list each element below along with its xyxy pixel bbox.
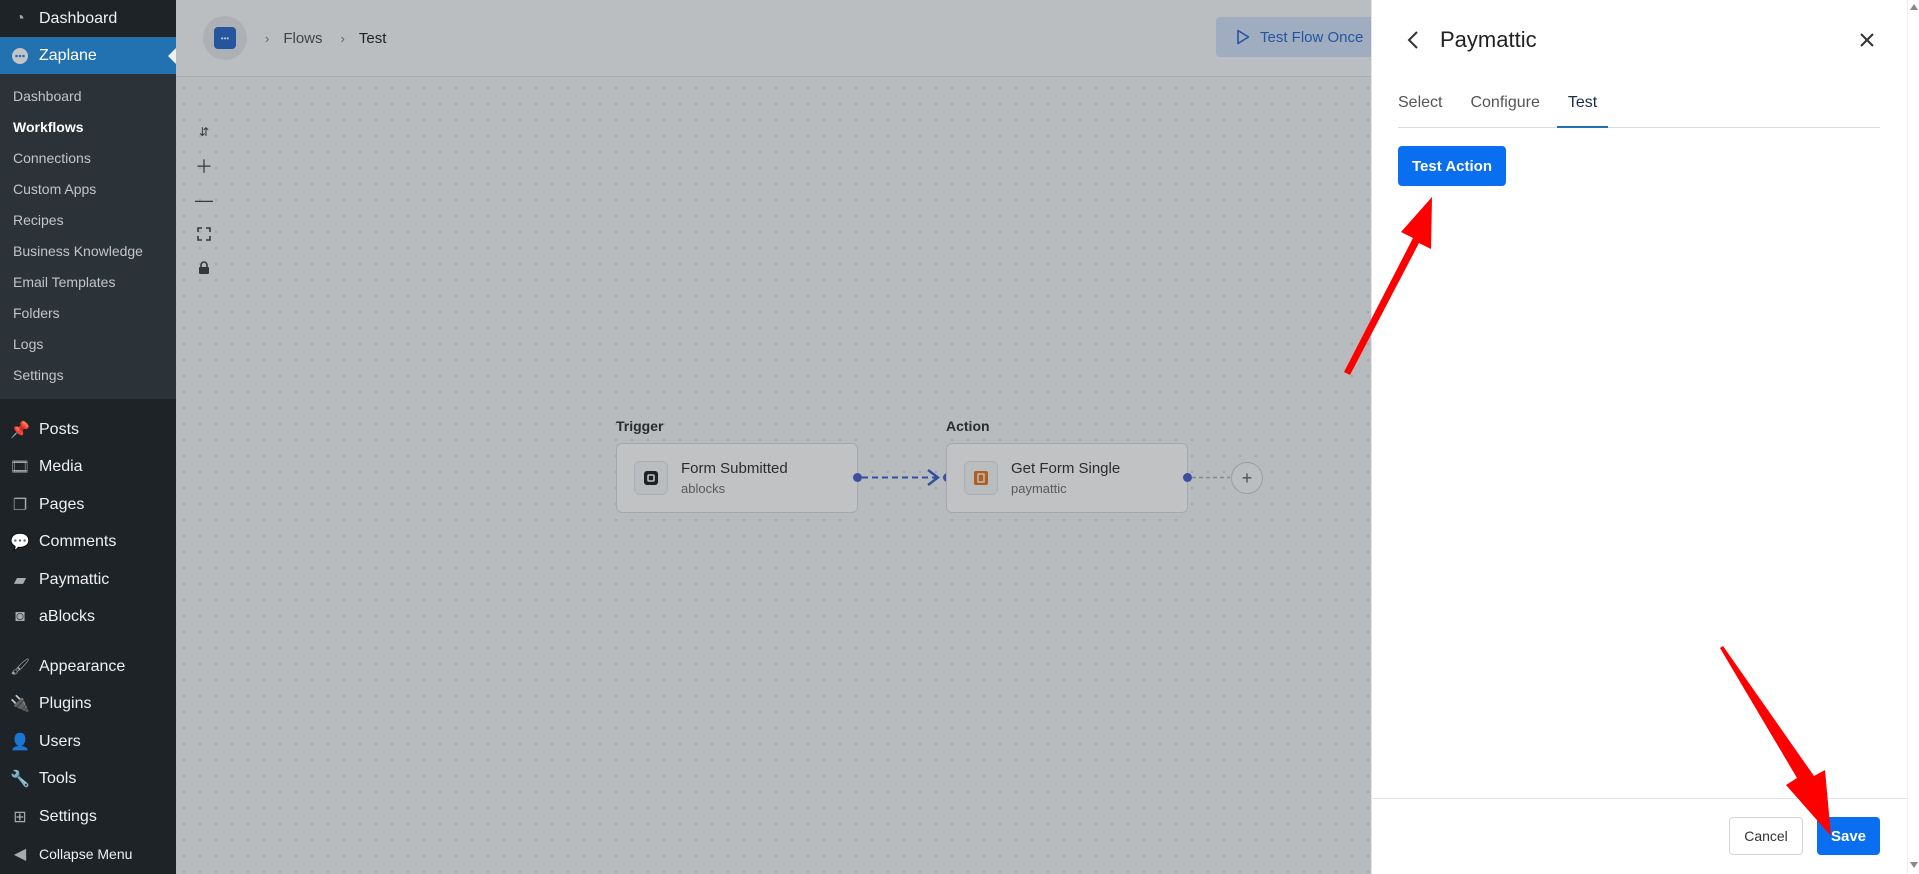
menu-plugins[interactable]: 🔌 Plugins bbox=[0, 686, 176, 724]
menu-collapse[interactable]: ◀ Collapse Menu bbox=[0, 836, 176, 874]
scrollbar[interactable] bbox=[1907, 0, 1919, 874]
menu-label: Dashboard bbox=[39, 9, 118, 27]
pages-icon: ❐ bbox=[12, 496, 28, 514]
menu-label: Collapse Menu bbox=[39, 846, 133, 863]
paymattic-icon: ▰ bbox=[13, 571, 27, 589]
menu-paymattic[interactable]: ▰ Paymattic bbox=[0, 561, 176, 599]
menu-comments[interactable]: 💬 Comments bbox=[0, 524, 176, 562]
media-icon: 🎞 bbox=[9, 459, 31, 477]
menu-tools[interactable]: 🔧 Tools bbox=[0, 761, 176, 799]
submenu-recipes[interactable]: Recipes bbox=[0, 205, 176, 236]
submenu-custom-apps[interactable]: Custom Apps bbox=[0, 174, 176, 205]
menu-settings[interactable]: ⊞ Settings bbox=[0, 798, 176, 836]
panel-header: Paymattic bbox=[1372, 0, 1919, 80]
back-button[interactable] bbox=[1398, 25, 1428, 55]
chevron-left-icon bbox=[1407, 31, 1418, 49]
step-config-panel: Paymattic Select Configure Test Test Act… bbox=[1371, 0, 1919, 874]
submenu-business-knowledge[interactable]: Business Knowledge bbox=[0, 236, 176, 267]
scroll-up-icon[interactable] bbox=[1910, 4, 1918, 10]
menu-label: Comments bbox=[39, 533, 117, 551]
menu-label: Users bbox=[39, 732, 81, 750]
comment-icon: 💬 bbox=[10, 534, 30, 552]
tab-test[interactable]: Test bbox=[1556, 88, 1609, 128]
submenu-dashboard[interactable]: Dashboard bbox=[0, 81, 176, 112]
menu-users[interactable]: 👤 Users bbox=[0, 723, 176, 761]
submenu-logs[interactable]: Logs bbox=[0, 329, 176, 360]
panel-title: Paymattic bbox=[1440, 27, 1537, 52]
submenu-folders[interactable]: Folders bbox=[0, 298, 176, 329]
plug-icon: 🔌 bbox=[10, 696, 30, 714]
menu-label: Tools bbox=[39, 770, 77, 788]
submenu-workflows[interactable]: Workflows bbox=[0, 112, 176, 143]
submenu-settings[interactable]: Settings bbox=[0, 360, 176, 391]
submenu-email-templates[interactable]: Email Templates bbox=[0, 267, 176, 298]
menu-label: Plugins bbox=[39, 695, 92, 713]
modal-backdrop[interactable] bbox=[176, 0, 1547, 874]
scroll-down-icon[interactable] bbox=[1910, 862, 1918, 868]
save-button[interactable]: Save bbox=[1817, 817, 1880, 855]
panel-tabs: Select Configure Test bbox=[1398, 88, 1880, 128]
menu-label: Posts bbox=[39, 420, 80, 438]
tab-select[interactable]: Select bbox=[1398, 88, 1442, 128]
menu-label: aBlocks bbox=[39, 608, 96, 626]
admin-sidebar: ◔ Dashboard Zaplane Dashboard Workflows … bbox=[0, 0, 176, 874]
zaplane-submenu: Dashboard Workflows Connections Custom A… bbox=[0, 74, 176, 399]
zaplane-icon bbox=[10, 46, 30, 66]
settings-menu-group: 🖌 Appearance 🔌 Plugins 👤 Users 🔧 Tools ⊞ Sett… bbox=[0, 648, 176, 873]
menu-dashboard[interactable]: ◔ Dashboard bbox=[0, 0, 176, 37]
menu-label: Appearance bbox=[39, 657, 126, 675]
user-icon: 👤 bbox=[10, 733, 30, 751]
pin-icon: 📌 bbox=[10, 421, 30, 439]
menu-posts[interactable]: 📌 Posts bbox=[0, 411, 176, 449]
menu-label: Media bbox=[39, 458, 83, 476]
close-button[interactable] bbox=[1852, 25, 1882, 55]
ablocks-icon: ◙ bbox=[15, 608, 25, 626]
tab-configure[interactable]: Configure bbox=[1470, 88, 1539, 128]
cancel-button[interactable]: Cancel bbox=[1729, 817, 1803, 855]
wrench-icon: 🔧 bbox=[10, 771, 30, 789]
submenu-connections[interactable]: Connections bbox=[0, 143, 176, 174]
menu-label: Pages bbox=[39, 495, 85, 513]
menu-pages[interactable]: ❐ Pages bbox=[0, 486, 176, 524]
menu-label: Zaplane bbox=[39, 46, 97, 64]
test-action-button[interactable]: Test Action bbox=[1398, 146, 1506, 186]
menu-zaplane[interactable]: Zaplane bbox=[0, 37, 176, 74]
menu-label: Paymattic bbox=[39, 570, 110, 588]
content-menu-group: 📌 Posts 🎞 Media ❐ Pages 💬 Comments ▰ Paymatti… bbox=[0, 411, 176, 636]
dashboard-icon: ◔ bbox=[15, 9, 25, 27]
close-icon bbox=[1860, 33, 1874, 47]
settings-icon: ⊞ bbox=[13, 808, 27, 826]
panel-footer: Cancel Save bbox=[1372, 798, 1908, 874]
brush-icon: 🖌 bbox=[9, 658, 31, 676]
menu-appearance[interactable]: 🖌 Appearance bbox=[0, 648, 176, 686]
collapse-icon: ◀ bbox=[13, 846, 27, 864]
menu-label: Settings bbox=[39, 807, 97, 825]
menu-media[interactable]: 🎞 Media bbox=[0, 449, 176, 487]
menu-ablocks[interactable]: ◙ aBlocks bbox=[0, 599, 176, 637]
